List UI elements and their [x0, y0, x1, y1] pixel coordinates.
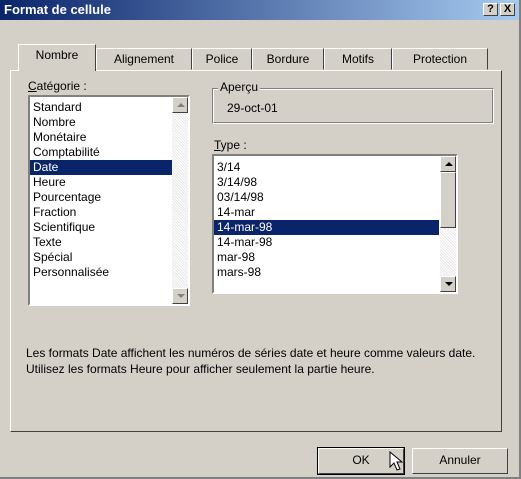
scroll-up-button[interactable] [172, 97, 188, 113]
category-item[interactable]: Nombre [30, 115, 188, 130]
scroll-down-button[interactable] [172, 288, 188, 304]
mouse-cursor-icon [389, 451, 404, 471]
category-item[interactable]: Pourcentage [30, 190, 188, 205]
category-item[interactable]: Fraction [30, 205, 188, 220]
format-cell-dialog: Format de cellule ? X Nombre Alignement … [0, 0, 521, 479]
tab-label: Nombre [35, 48, 79, 62]
category-label: Catégorie : [28, 79, 87, 93]
type-label: Type : [214, 138, 247, 152]
scroll-thumb[interactable] [440, 172, 456, 228]
cancel-button[interactable]: Annuler [412, 448, 508, 474]
category-item[interactable]: Heure [30, 175, 188, 190]
tab-label: Protection [412, 52, 468, 66]
type-item[interactable]: 14-mar-98 [214, 235, 439, 250]
preview-title: Aperçu [218, 80, 261, 94]
preview-value: 29-oct-01 [227, 101, 278, 115]
tab-label: Alignement [113, 52, 175, 66]
tab-nombre[interactable]: Nombre [18, 44, 96, 71]
type-item[interactable]: mars-98 [214, 265, 439, 280]
down-arrow-icon [445, 282, 453, 286]
tab-label: Police [205, 52, 239, 66]
type-item[interactable]: 03/14/98 [214, 190, 439, 205]
tab-label: Motifs [341, 52, 374, 66]
close-button[interactable]: X [500, 3, 515, 16]
type-item[interactable]: 14-mar [214, 205, 439, 220]
type-listbox[interactable]: 3/14 3/14/98 03/14/98 14-mar 14-mar-98 14-mar… [212, 154, 458, 294]
tab-protection[interactable]: Protection [392, 48, 488, 70]
up-arrow-icon [177, 103, 185, 107]
category-item[interactable]: Standard [30, 100, 188, 115]
help-button[interactable]: ? [483, 3, 498, 16]
category-item[interactable]: Scientifique [30, 220, 188, 235]
type-item[interactable]: mar-98 [214, 250, 439, 265]
category-item[interactable]: Personnalisée [30, 265, 188, 280]
tab-police[interactable]: Police [192, 48, 252, 70]
scroll-up-button[interactable] [440, 156, 456, 172]
window-title: Format de cellule [4, 2, 111, 17]
type-item[interactable]: 14-mar-98 [214, 220, 439, 235]
category-item[interactable]: Texte [30, 235, 188, 250]
format-description: Les formats Date affichent les numéros d… [26, 346, 476, 376]
down-arrow-icon [177, 294, 185, 298]
title-bar[interactable]: Format de cellule ? X [0, 0, 519, 20]
type-list: 3/14 3/14/98 03/14/98 14-mar 14-mar-98 14-mar… [214, 156, 456, 280]
tab-alignement[interactable]: Alignement [96, 48, 192, 70]
category-scrollbar[interactable] [172, 97, 188, 304]
tab-motifs[interactable]: Motifs [324, 48, 392, 70]
category-item[interactable]: Comptabilité [30, 145, 188, 160]
scroll-down-button[interactable] [440, 276, 456, 292]
type-scrollbar[interactable] [440, 156, 456, 292]
category-listbox[interactable]: Standard Nombre Monétaire Comptabilité Date H… [28, 95, 190, 306]
category-item[interactable]: Date [30, 160, 188, 175]
type-item[interactable]: 3/14/98 [214, 175, 439, 190]
up-arrow-icon [445, 162, 453, 166]
tab-label: Bordure [266, 52, 310, 66]
category-item[interactable]: Monétaire [30, 130, 188, 145]
type-item[interactable]: 3/14 [214, 160, 439, 175]
tab-bordure[interactable]: Bordure [252, 48, 324, 70]
category-item[interactable]: Spécial [30, 250, 188, 265]
category-list: Standard Nombre Monétaire Comptabilité Date H… [30, 97, 188, 280]
